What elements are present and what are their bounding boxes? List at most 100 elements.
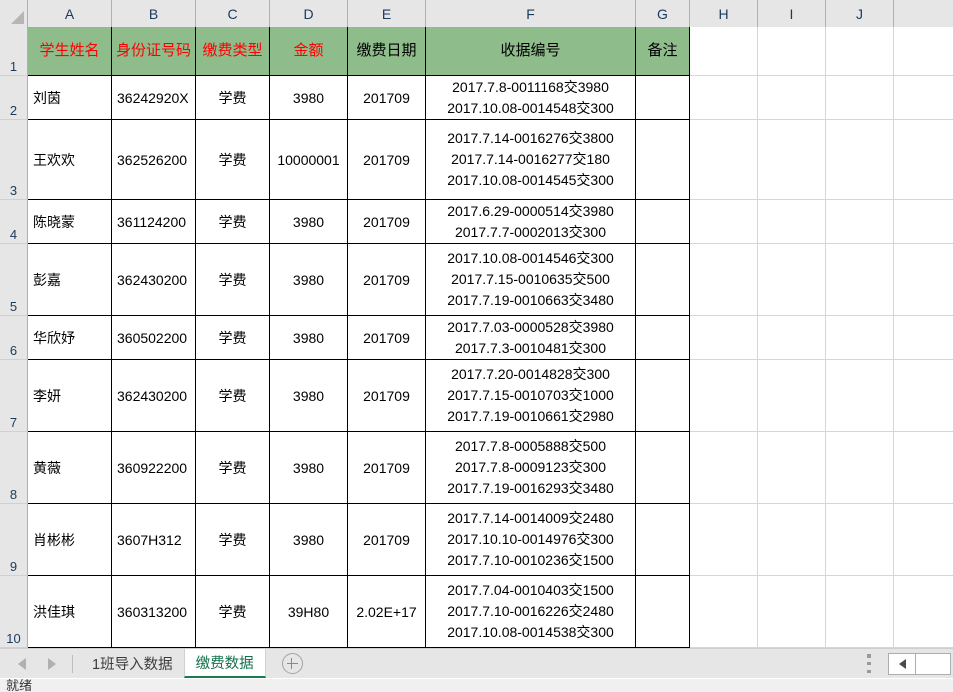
cell-overflow-3[interactable] [894, 120, 953, 200]
cell-D10[interactable]: 39H80 [270, 576, 348, 648]
cell-C8[interactable]: 学费 [196, 432, 270, 504]
cell-overflow-9[interactable] [894, 504, 953, 576]
row-header-9[interactable]: 9 [0, 504, 28, 576]
cell-J2[interactable] [826, 76, 894, 120]
cell-B9[interactable]: 3607H312 [112, 504, 196, 576]
cell-C3[interactable]: 学费 [196, 120, 270, 200]
row-header-5[interactable]: 5 [0, 244, 28, 316]
cell-I1[interactable] [758, 27, 826, 76]
row-header-2[interactable]: 2 [0, 76, 28, 120]
cell-overflow-8[interactable] [894, 432, 953, 504]
cell-A7[interactable]: 李妍 [28, 360, 112, 432]
cell-F1[interactable]: 收据编号 [426, 27, 636, 76]
cell-I8[interactable] [758, 432, 826, 504]
cell-D5[interactable]: 3980 [270, 244, 348, 316]
cell-F7[interactable]: 2017.7.20-0014828交300 2017.7.15-0010703交1… [426, 360, 636, 432]
cell-G6[interactable] [636, 316, 690, 360]
cell-G3[interactable] [636, 120, 690, 200]
row-header-3[interactable]: 3 [0, 120, 28, 200]
cell-F10[interactable]: 2017.7.04-0010403交1500 2017.7.10-0016226交… [426, 576, 636, 648]
cell-G8[interactable] [636, 432, 690, 504]
cell-I5[interactable] [758, 244, 826, 316]
cell-overflow-10[interactable] [894, 576, 953, 648]
column-header-e[interactable]: E [348, 0, 426, 27]
hscroll-track[interactable] [916, 652, 951, 675]
cell-G5[interactable] [636, 244, 690, 316]
cell-B4[interactable]: 361124200 [112, 200, 196, 244]
cell-E7[interactable]: 201709 [348, 360, 426, 432]
column-header-d[interactable]: D [270, 0, 348, 27]
cell-A1[interactable]: 学生姓名 [28, 27, 112, 76]
cell-G1[interactable]: 备注 [636, 27, 690, 76]
cell-A2[interactable]: 刘茵 [28, 76, 112, 120]
cell-B1[interactable]: 身份证号码 [112, 27, 196, 76]
cell-D6[interactable]: 3980 [270, 316, 348, 360]
cell-overflow-4[interactable] [894, 200, 953, 244]
tab-split-handle[interactable] [867, 654, 872, 673]
cell-I2[interactable] [758, 76, 826, 120]
cell-H9[interactable] [690, 504, 758, 576]
cell-A3[interactable]: 王欢欢 [28, 120, 112, 200]
cell-C2[interactable]: 学费 [196, 76, 270, 120]
cell-A9[interactable]: 肖彬彬 [28, 504, 112, 576]
sheet-tab-active[interactable]: 缴费数据 [183, 649, 266, 678]
column-header-a[interactable]: A [28, 0, 112, 27]
cell-E6[interactable]: 201709 [348, 316, 426, 360]
cell-J3[interactable] [826, 120, 894, 200]
cell-I7[interactable] [758, 360, 826, 432]
column-header-j[interactable]: J [826, 0, 894, 27]
cell-J1[interactable] [826, 27, 894, 76]
cell-E3[interactable]: 201709 [348, 120, 426, 200]
cell-J10[interactable] [826, 576, 894, 648]
cell-D4[interactable]: 3980 [270, 200, 348, 244]
column-header-f[interactable]: F [426, 0, 636, 27]
cell-F4[interactable]: 2017.6.29-0000514交3980 2017.7.7-0002013交3… [426, 200, 636, 244]
cell-E10[interactable]: 2.02E+17 [348, 576, 426, 648]
column-header-g[interactable]: G [636, 0, 690, 27]
cell-D9[interactable]: 3980 [270, 504, 348, 576]
cell-J6[interactable] [826, 316, 894, 360]
cell-B3[interactable]: 362526200 [112, 120, 196, 200]
cell-A6[interactable]: 华欣妤 [28, 316, 112, 360]
cell-A10[interactable]: 洪佳琪 [28, 576, 112, 648]
row-header-8[interactable]: 8 [0, 432, 28, 504]
cell-F8[interactable]: 2017.7.8-0005888交500 2017.7.8-0009123交300… [426, 432, 636, 504]
cell-G4[interactable] [636, 200, 690, 244]
cell-H10[interactable] [690, 576, 758, 648]
row-header-7[interactable]: 7 [0, 360, 28, 432]
cell-J4[interactable] [826, 200, 894, 244]
cell-B10[interactable]: 360313200 [112, 576, 196, 648]
cell-D2[interactable]: 3980 [270, 76, 348, 120]
cell-H8[interactable] [690, 432, 758, 504]
cell-C10[interactable]: 学费 [196, 576, 270, 648]
cell-G9[interactable] [636, 504, 690, 576]
cell-E9[interactable]: 201709 [348, 504, 426, 576]
row-header-4[interactable]: 4 [0, 200, 28, 244]
sheet-tab[interactable]: 1班导入数据 [81, 649, 184, 678]
cell-G10[interactable] [636, 576, 690, 648]
cell-I10[interactable] [758, 576, 826, 648]
cell-E4[interactable]: 201709 [348, 200, 426, 244]
cell-F6[interactable]: 2017.7.03-0000528交3980 2017.7.3-0010481交3… [426, 316, 636, 360]
cell-E1[interactable]: 缴费日期 [348, 27, 426, 76]
cell-A5[interactable]: 彭嘉 [28, 244, 112, 316]
cell-overflow-6[interactable] [894, 316, 953, 360]
row-header-6[interactable]: 6 [0, 316, 28, 360]
cell-H3[interactable] [690, 120, 758, 200]
cell-B8[interactable]: 360922200 [112, 432, 196, 504]
add-sheet-button[interactable] [281, 653, 303, 674]
cell-overflow-7[interactable] [894, 360, 953, 432]
cell-C6[interactable]: 学费 [196, 316, 270, 360]
column-header-c[interactable]: C [196, 0, 270, 27]
cell-overflow-5[interactable] [894, 244, 953, 316]
cell-C1[interactable]: 缴费类型 [196, 27, 270, 76]
cell-E2[interactable]: 201709 [348, 76, 426, 120]
cell-C5[interactable]: 学费 [196, 244, 270, 316]
column-header-h[interactable]: H [690, 0, 758, 27]
cell-E5[interactable]: 201709 [348, 244, 426, 316]
cell-J7[interactable] [826, 360, 894, 432]
cell-G7[interactable] [636, 360, 690, 432]
cell-D8[interactable]: 3980 [270, 432, 348, 504]
cell-B7[interactable]: 362430200 [112, 360, 196, 432]
cell-D7[interactable]: 3980 [270, 360, 348, 432]
